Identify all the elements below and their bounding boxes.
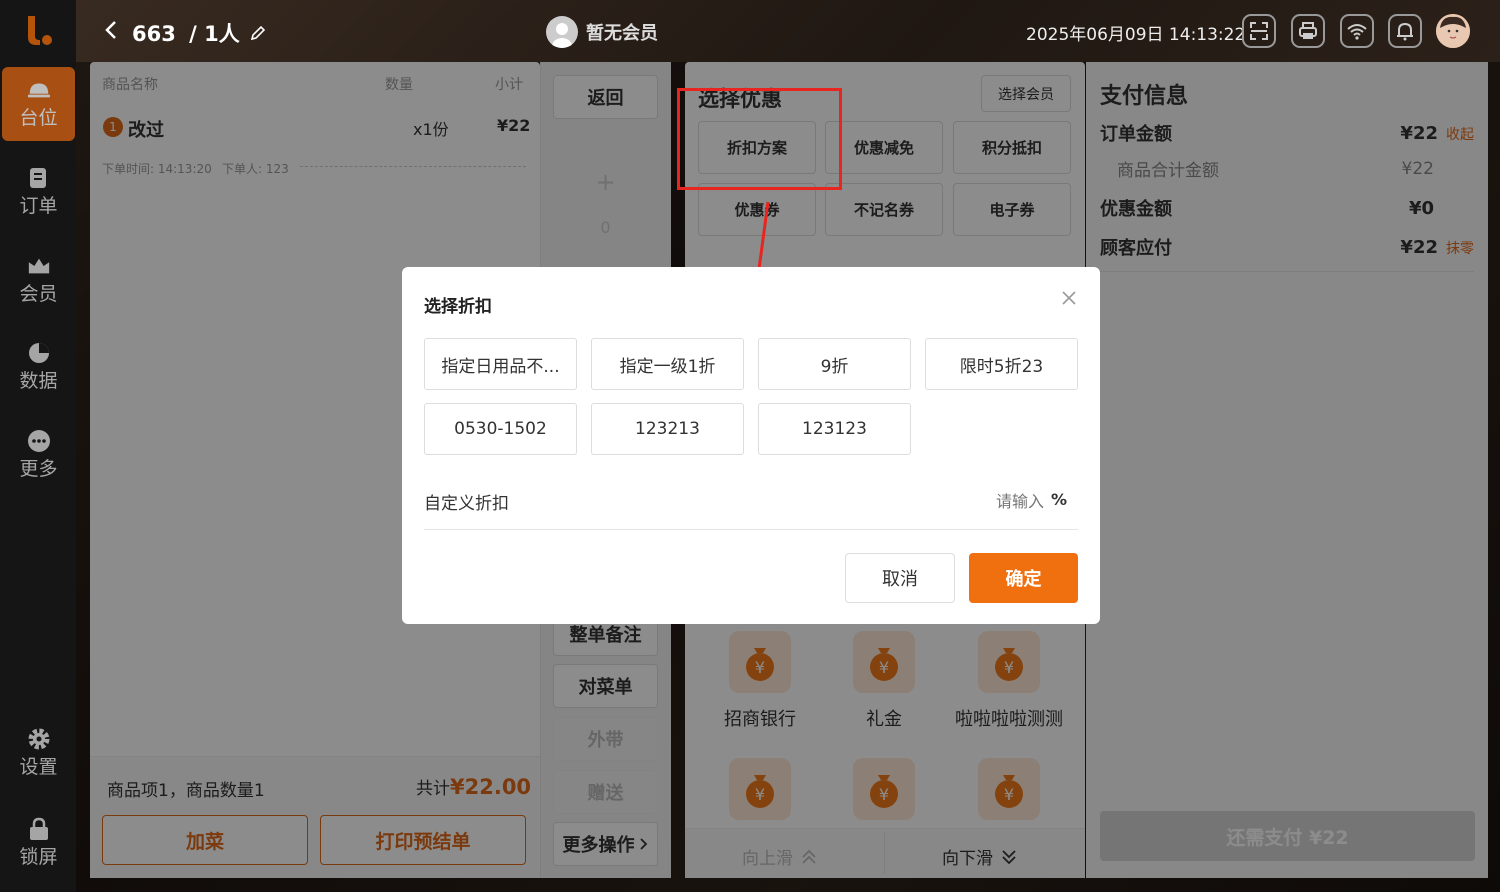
user-avatar[interactable] xyxy=(1436,14,1470,48)
discount-modal: 选择折扣 指定日用品不... 指定一级1折 9折 限时5折23 0530-150… xyxy=(402,267,1100,624)
scan-icon[interactable] xyxy=(1242,14,1276,48)
member-selector[interactable]: 暂无会员 xyxy=(546,16,658,48)
annotation-highlight-box xyxy=(677,88,842,190)
modal-backdrop-sidebar[interactable] xyxy=(0,0,76,892)
table-number: 663 xyxy=(132,22,176,46)
confirm-button[interactable]: 确定 xyxy=(969,553,1078,603)
discount-option[interactable]: 9折 xyxy=(758,338,911,390)
discount-option[interactable]: 限时5折23 xyxy=(925,338,1078,390)
datetime: 2025年06月09日 14:13:22 xyxy=(1026,25,1246,45)
table-info: 663 / 1人 xyxy=(132,18,267,48)
discount-option[interactable]: 指定一级1折 xyxy=(591,338,744,390)
close-icon[interactable] xyxy=(1061,290,1077,306)
custom-discount-input[interactable] xyxy=(922,487,1044,515)
percent-sign: % xyxy=(1051,490,1068,509)
discount-option[interactable]: 123123 xyxy=(758,403,911,455)
member-label: 暂无会员 xyxy=(586,23,658,44)
divider xyxy=(424,529,1078,530)
people-count: / 1人 xyxy=(189,22,240,46)
cancel-button[interactable]: 取消 xyxy=(845,553,955,603)
discount-option[interactable]: 指定日用品不... xyxy=(424,338,577,390)
modal-title: 选择折扣 xyxy=(424,297,492,317)
edit-icon[interactable] xyxy=(249,24,267,42)
printer-icon[interactable] xyxy=(1291,14,1325,48)
discount-option[interactable]: 123213 xyxy=(591,403,744,455)
custom-discount-label: 自定义折扣 xyxy=(424,494,509,514)
back-arrow-icon[interactable] xyxy=(104,20,118,46)
member-avatar-icon xyxy=(546,16,578,48)
wifi-icon[interactable] xyxy=(1340,14,1374,48)
discount-option[interactable]: 0530-1502 xyxy=(424,403,577,455)
bell-icon[interactable] xyxy=(1388,14,1422,48)
